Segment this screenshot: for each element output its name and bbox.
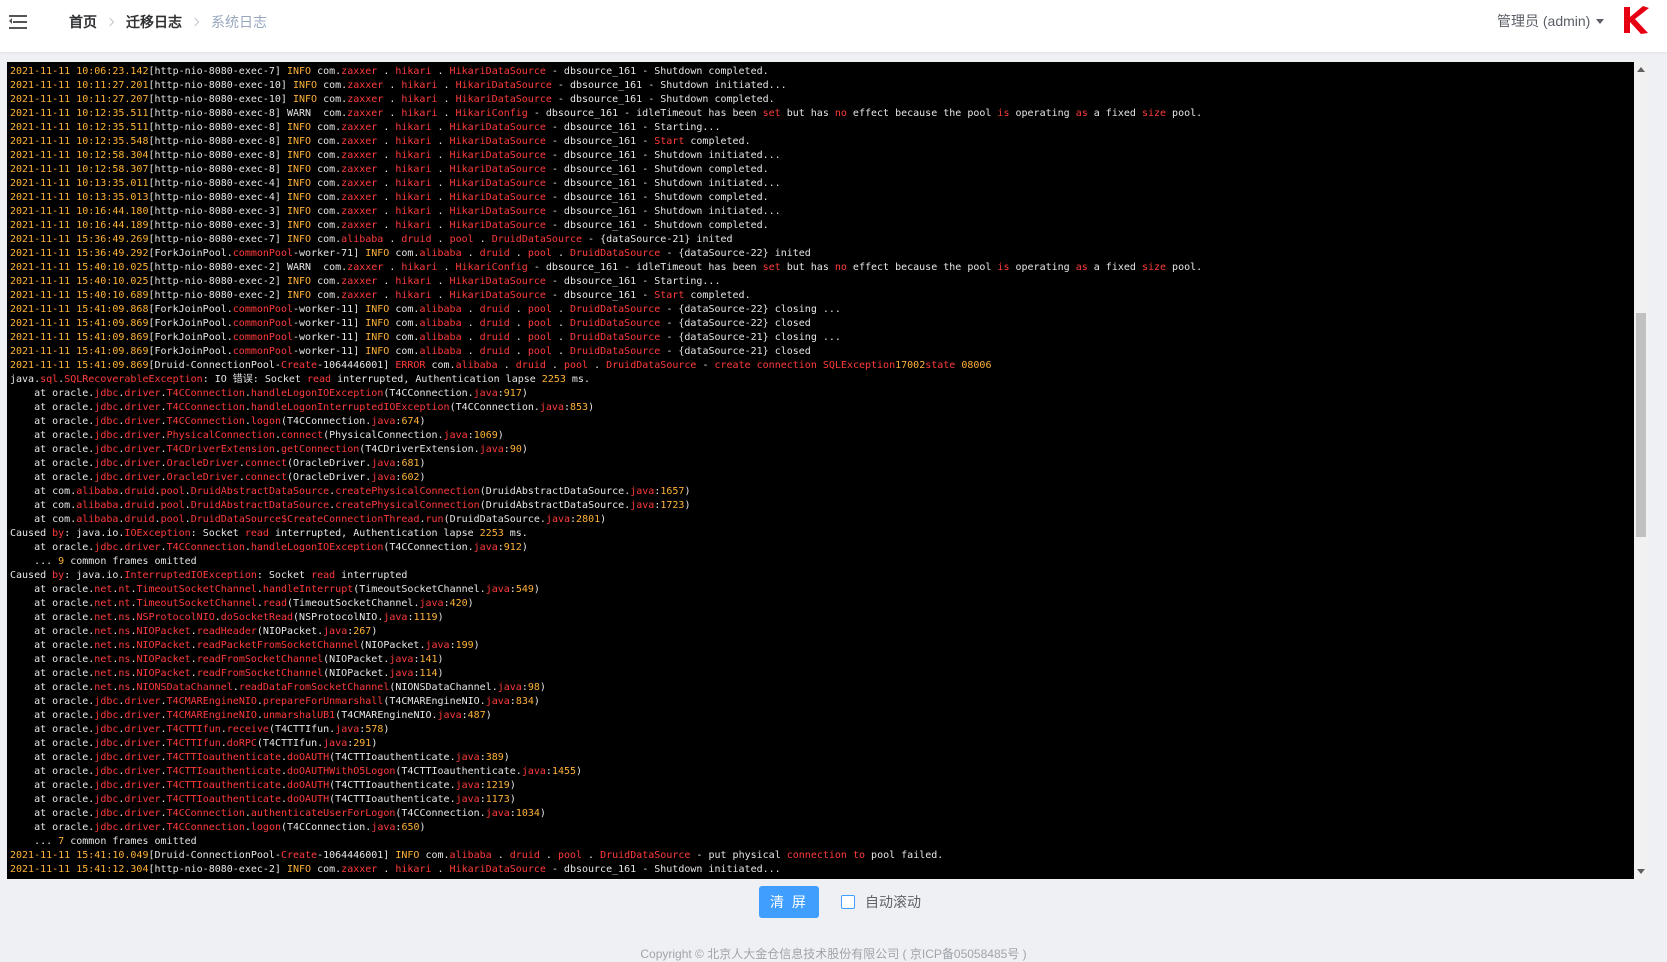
log-line: 2021-11-11 15:41:09.868[ForkJoinPool.com… bbox=[10, 304, 841, 315]
chevron-right-icon bbox=[105, 17, 115, 27]
log-line: at oracle.jdbc.driver.T4CDriverExtension… bbox=[10, 444, 528, 455]
log-line: 2021-11-11 10:13:35.013[http-nio-8080-ex… bbox=[10, 192, 769, 203]
log-line: at com.alibaba.druid.pool.DruidAbstractD… bbox=[10, 486, 691, 497]
log-line: 2021-11-11 15:40:10.025[http-nio-8080-ex… bbox=[10, 262, 1203, 273]
chevron-right-icon bbox=[190, 17, 200, 27]
log-line: at oracle.net.ns.NIOPacket.readPacketFro… bbox=[10, 640, 480, 651]
log-line: at oracle.jdbc.driver.OracleDriver.conne… bbox=[10, 472, 426, 483]
log-line: 2021-11-11 10:12:35.511[http-nio-8080-ex… bbox=[10, 108, 1203, 119]
log-line: at oracle.jdbc.driver.T4CConnection.logo… bbox=[10, 416, 426, 427]
log-lines: 2021-11-11 10:06:23.142[http-nio-8080-ex… bbox=[10, 65, 1630, 877]
log-line: at oracle.jdbc.driver.OracleDriver.conne… bbox=[10, 458, 426, 469]
log-console[interactable]: 2021-11-11 10:06:23.142[http-nio-8080-ex… bbox=[7, 62, 1648, 879]
scrollbar-thumb[interactable] bbox=[1636, 313, 1646, 538]
log-line: at oracle.net.ns.NIOPacket.readFromSocke… bbox=[10, 668, 444, 679]
log-line: at oracle.net.nt.TimeoutSocketChannel.re… bbox=[10, 598, 474, 609]
log-line: 2021-11-11 15:41:09.869[ForkJoinPool.com… bbox=[10, 318, 811, 329]
log-line: at oracle.jdbc.driver.T4CTTIoauthenticat… bbox=[10, 766, 583, 777]
scroll-down-arrow-icon[interactable] bbox=[1637, 869, 1645, 874]
log-line: 2021-11-11 10:16:44.180[http-nio-8080-ex… bbox=[10, 206, 781, 217]
log-line: 2021-11-11 15:41:12.304[http-nio-8080-ex… bbox=[10, 864, 781, 875]
log-line: 2021-11-11 15:41:09.869[ForkJoinPool.com… bbox=[10, 332, 841, 343]
log-line: at oracle.jdbc.driver.T4CTTIoauthenticat… bbox=[10, 794, 516, 805]
user-dropdown[interactable]: 管理员 (admin) bbox=[1497, 11, 1605, 31]
breadcrumb-home[interactable]: 首页 bbox=[69, 12, 97, 32]
log-line: at oracle.net.ns.NIONSDataChannel.readDa… bbox=[10, 682, 546, 693]
auto-scroll-toggle[interactable]: 自动滚动 bbox=[841, 893, 921, 911]
log-line: 2021-11-11 10:12:58.307[http-nio-8080-ex… bbox=[10, 164, 769, 175]
top-header: 首页 迁移日志 系统日志 管理员 (admin) bbox=[0, 0, 1667, 52]
log-line: ... 7 common frames omitted bbox=[10, 836, 197, 847]
log-line: 2021-11-11 10:12:35.511[http-nio-8080-ex… bbox=[10, 122, 721, 133]
log-line: at oracle.jdbc.driver.T4CTTIoauthenticat… bbox=[10, 780, 516, 791]
log-line: 2021-11-11 15:41:09.869[ForkJoinPool.com… bbox=[10, 346, 811, 357]
kingbase-logo-icon bbox=[1624, 6, 1649, 34]
log-line: at oracle.jdbc.driver.T4CTTIoauthenticat… bbox=[10, 752, 510, 763]
log-line: at oracle.jdbc.driver.PhysicalConnection… bbox=[10, 430, 504, 441]
auto-scroll-label: 自动滚动 bbox=[865, 894, 921, 910]
log-line: at oracle.jdbc.driver.T4CConnection.hand… bbox=[10, 402, 595, 413]
log-line: 2021-11-11 10:13:35.011[http-nio-8080-ex… bbox=[10, 178, 781, 189]
log-line: at oracle.jdbc.driver.T4CConnection.logo… bbox=[10, 822, 426, 833]
log-line: at oracle.net.ns.NIOPacket.readHeader(NI… bbox=[10, 626, 378, 637]
auto-scroll-checkbox[interactable] bbox=[841, 895, 855, 909]
log-line: at oracle.net.ns.NIOPacket.readFromSocke… bbox=[10, 654, 444, 665]
user-label: 管理员 (admin) bbox=[1497, 13, 1591, 29]
log-line: at oracle.net.nt.TimeoutSocketChannel.ha… bbox=[10, 584, 540, 595]
log-line: 2021-11-11 15:41:09.869[Druid-Connection… bbox=[10, 360, 992, 371]
log-line: 2021-11-11 15:40:10.025[http-nio-8080-ex… bbox=[10, 276, 721, 287]
breadcrumb-migration-log[interactable]: 迁移日志 bbox=[126, 12, 182, 32]
log-line: 2021-11-11 15:36:49.269[http-nio-8080-ex… bbox=[10, 234, 733, 245]
log-line: Caused by: java.io.InterruptedIOExceptio… bbox=[10, 570, 408, 581]
clear-screen-button[interactable]: 清 屏 bbox=[759, 886, 819, 918]
log-line: 2021-11-11 10:16:44.189[http-nio-8080-ex… bbox=[10, 220, 769, 231]
log-line: at oracle.jdbc.driver.T4CConnection.hand… bbox=[10, 542, 528, 553]
log-line: 2021-11-11 10:11:27.207[http-nio-8080-ex… bbox=[10, 94, 775, 105]
log-line: at oracle.jdbc.driver.T4CConnection.hand… bbox=[10, 388, 528, 399]
log-line: 2021-11-11 10:11:27.201[http-nio-8080-ex… bbox=[10, 80, 787, 91]
log-line: at oracle.jdbc.driver.T4CTTIfun.receive(… bbox=[10, 724, 390, 735]
breadcrumb: 首页 迁移日志 系统日志 bbox=[69, 12, 267, 32]
log-line: at oracle.jdbc.driver.T4CMAREngineNIO.un… bbox=[10, 710, 492, 721]
log-scrollbar[interactable] bbox=[1634, 62, 1648, 879]
log-line: 2021-11-11 10:06:23.142[http-nio-8080-ex… bbox=[10, 66, 769, 77]
log-line: at oracle.jdbc.driver.T4CMAREngineNIO.pr… bbox=[10, 696, 540, 707]
log-line: at oracle.jdbc.driver.T4CTTIfun.doRPC(T4… bbox=[10, 738, 378, 749]
log-line: java.sql.SQLRecoverableException: IO 错误:… bbox=[10, 374, 590, 385]
log-line: at oracle.net.ns.NSProtocolNIO.doSocketR… bbox=[10, 612, 444, 623]
hamburger-menu-icon[interactable] bbox=[9, 12, 29, 30]
footer-copyright: Copyright © 北京人大金仓信息技术股份有限公司 ( 京ICP备0505… bbox=[640, 947, 1027, 961]
log-line: at com.alibaba.druid.pool.DruidAbstractD… bbox=[10, 500, 691, 511]
log-line: 2021-11-11 10:12:35.548[http-nio-8080-ex… bbox=[10, 136, 751, 147]
log-line: 2021-11-11 15:41:10.049[Druid-Connection… bbox=[10, 850, 944, 861]
caret-down-icon bbox=[1596, 18, 1605, 24]
log-controls: 清 屏 自动滚动 bbox=[0, 884, 1667, 920]
log-line: ... 9 common frames omitted bbox=[10, 556, 197, 567]
log-line: 2021-11-11 10:12:58.304[http-nio-8080-ex… bbox=[10, 150, 781, 161]
log-line: 2021-11-11 15:36:49.292[ForkJoinPool.com… bbox=[10, 248, 811, 259]
log-line: at oracle.jdbc.driver.T4CConnection.auth… bbox=[10, 808, 546, 819]
log-line: 2021-11-11 15:40:10.689[http-nio-8080-ex… bbox=[10, 290, 751, 301]
breadcrumb-system-log: 系统日志 bbox=[211, 14, 267, 30]
log-line: at com.alibaba.druid.pool.DruidDataSourc… bbox=[10, 514, 607, 525]
log-line: Caused by: java.io.IOException: Socket r… bbox=[10, 528, 528, 539]
scroll-up-arrow-icon[interactable] bbox=[1637, 67, 1645, 72]
